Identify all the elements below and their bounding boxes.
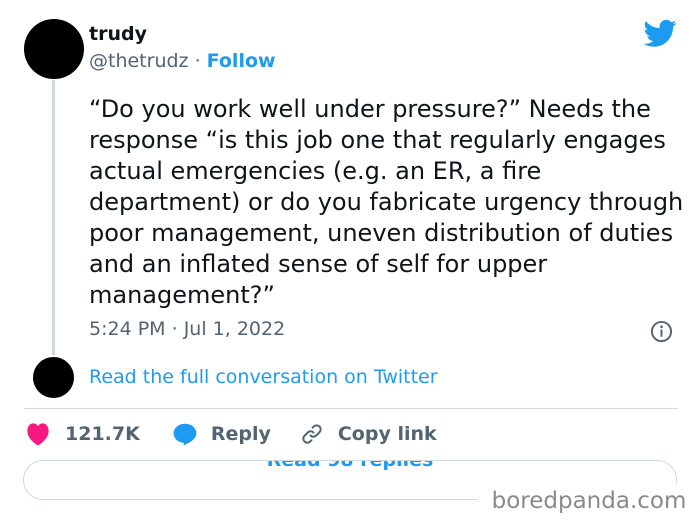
tweet-text: “Do you work well under pressure?” Needs… [89, 95, 684, 309]
tweet-date[interactable]: Jul 1, 2022 [184, 318, 286, 340]
author-name[interactable]: trudy [89, 23, 147, 45]
copy-link-button[interactable]: Copy link [299, 422, 437, 446]
author-avatar[interactable] [24, 19, 84, 79]
read-replies-label[interactable]: Read 98 replies [24, 461, 676, 471]
tweet-time[interactable]: 5:24 PM [89, 318, 166, 340]
twitter-bird-icon[interactable] [644, 19, 677, 48]
like-count: 121.7K [65, 423, 140, 445]
follow-button[interactable]: Follow [207, 50, 276, 72]
info-icon[interactable] [650, 320, 673, 343]
reply-label: Reply [210, 423, 271, 445]
conversation-avatar[interactable] [33, 357, 74, 398]
watermark: boredpanda.com [478, 483, 700, 523]
link-icon [302, 424, 322, 444]
copy-link-label: Copy link [337, 423, 437, 445]
action-bar: 121.7K Reply Copy link [25, 420, 437, 448]
thread-line [52, 80, 55, 355]
meta-separator: · [171, 318, 178, 340]
reply-bubble-icon [173, 423, 197, 446]
divider [24, 408, 678, 409]
tweet-timestamp[interactable]: 5:24 PM · Jul 1, 2022 [89, 318, 285, 340]
handle-separator: · [194, 50, 201, 72]
reply-button[interactable]: Reply [172, 422, 271, 446]
heart-icon [27, 423, 49, 446]
read-conversation-link[interactable]: Read the full conversation on Twitter [89, 366, 438, 388]
author-handle-row: @thetrudz · Follow [89, 50, 276, 72]
like-button[interactable]: 121.7K [25, 422, 140, 446]
author-handle[interactable]: @thetrudz [89, 50, 189, 72]
